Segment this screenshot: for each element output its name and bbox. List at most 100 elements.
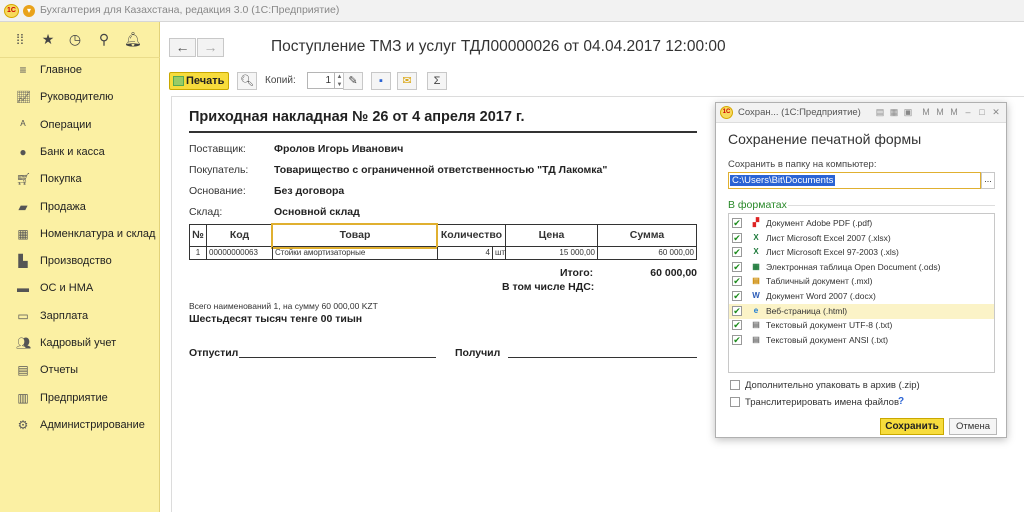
close-icon[interactable]: ✕ — [990, 106, 1002, 119]
format-item[interactable]: ✔ X Лист Microsoft Excel 2007 (.xlsx) — [729, 231, 994, 246]
sidebar-item[interactable]: ▥ Предприятие — [0, 386, 160, 412]
format-checkbox[interactable]: ✔ — [732, 232, 742, 243]
sidebar-item[interactable]: 👥︎ Кадровый учет — [0, 331, 160, 357]
sidebar-item[interactable]: 📈︎ Руководителю — [0, 85, 160, 111]
received-signature-line — [508, 357, 697, 358]
format-item[interactable]: ✔ ▤ Текстовый документ ANSI (.txt) — [729, 333, 994, 348]
format-item[interactable]: ✔ ▦ Электронная таблица Open Document (.od… — [729, 260, 994, 275]
warehouse-label: Склад: — [189, 206, 223, 218]
sidebar-item[interactable]: ▭ Зарплата — [0, 304, 160, 330]
supplier-value: Фролов Игорь Иванович — [274, 143, 404, 155]
sidebar-item[interactable]: ▤ Отчеты — [0, 358, 160, 384]
browse-button[interactable]: ... — [981, 172, 995, 189]
back-button[interactable]: ← — [169, 38, 196, 57]
star-icon[interactable]: ★ — [40, 31, 56, 47]
released-label: Отпустил — [189, 347, 239, 359]
format-label: Документ Adobe PDF (.pdf) — [766, 218, 873, 228]
format-checkbox[interactable]: ✔ — [732, 247, 742, 258]
minimize-icon[interactable]: – — [962, 106, 974, 119]
print-icon[interactable]: ▤ — [874, 106, 886, 119]
sidebar-item-label: Руководителю — [40, 91, 114, 104]
cancel-button[interactable]: Отмена — [949, 418, 997, 435]
format-label: Текстовый документ UTF-8 (.txt) — [766, 320, 893, 331]
ods-icon: ▦ — [752, 261, 760, 271]
format-label: Электронная таблица Open Document (.ods) — [766, 261, 941, 272]
edit-button[interactable]: ✎ — [343, 72, 363, 90]
format-item[interactable]: ✔ W Документ Word 2007 (.docx) — [729, 289, 994, 304]
sidebar-item[interactable]: ● Банк и касса — [0, 140, 160, 166]
warehouse-value: Основной склад — [274, 206, 360, 218]
1c-logo-icon: 1С — [720, 106, 733, 119]
sidebar-item-label: Кадровый учет — [40, 337, 117, 349]
sidebar-item-label: Банк и касса — [40, 145, 105, 158]
print-button[interactable]: Печать — [169, 72, 229, 90]
search-icon[interactable]: ⚲ — [96, 31, 112, 47]
sidebar-item[interactable]: ▙ Производство — [0, 249, 160, 275]
cart-icon: 🛒︎ — [16, 172, 32, 187]
sidebar-item-label: Отчеты — [40, 364, 79, 377]
operations-icon: ᴬ — [20, 117, 26, 132]
sum-button[interactable]: Σ — [427, 72, 447, 90]
folder-input[interactable]: C:\Users\Bit\Documents — [728, 172, 981, 189]
format-checkbox[interactable]: ✔ — [732, 334, 742, 345]
dialog-window-title: Сохран... (1С:Предприятие) — [738, 107, 861, 118]
format-checkbox[interactable]: ✔ — [732, 276, 742, 287]
format-checkbox[interactable]: ✔ — [732, 320, 742, 331]
coins-icon: ● — [19, 144, 27, 159]
print-toolbar: Печать 🔍︎ Копий: 1 ▲ ▼ ✎ ▪ ✉ Σ — [161, 72, 1024, 94]
format-item[interactable]: ✔ e Веб-страница (.html) — [729, 303, 994, 319]
sidebar-item-label: Покупка — [40, 173, 82, 186]
save-to-file-button[interactable]: ▪ — [371, 72, 391, 90]
maximize-icon[interactable]: □ — [976, 106, 988, 119]
forward-button[interactable]: → — [197, 38, 224, 57]
bell-icon[interactable]: 🔔︎ — [124, 31, 142, 47]
sidebar-item[interactable]: ▬ ОС и НМА — [0, 276, 160, 302]
format-label: Табличный документ (.mxl) — [766, 276, 873, 287]
ie-icon: e — [753, 305, 759, 315]
sidebar-item[interactable]: 🛒︎ Покупка — [0, 167, 160, 193]
save-button[interactable]: Сохранить — [880, 418, 944, 435]
format-checkbox[interactable]: ✔ — [732, 218, 742, 228]
menu-icon: ≡ — [19, 63, 27, 77]
sidebar-item[interactable]: ▦ Номенклатура и склад — [0, 222, 160, 248]
translit-option[interactable]: Транслитерировать имена файлов ? — [728, 396, 998, 410]
format-item[interactable]: ✔ X Лист Microsoft Excel 97-2003 (.xls) — [729, 245, 994, 260]
calendar-icon[interactable]: ▣ — [902, 106, 914, 119]
envelope-icon: ✉ — [402, 75, 412, 87]
main-menu-icon[interactable]: ▾ — [23, 5, 35, 17]
factory-icon: ▙ — [18, 254, 28, 269]
sidebar-item[interactable]: ≡ Главное — [0, 58, 160, 84]
memory-mminus-icon[interactable]: M — [948, 106, 960, 119]
sidebar-item-label: Продажа — [40, 200, 86, 213]
grid-icon: ▦ — [17, 226, 29, 241]
truck-icon: ▬ — [17, 281, 29, 296]
format-label: Лист Microsoft Excel 97-2003 (.xls) — [766, 247, 899, 258]
total-value: 60 000,00 — [650, 267, 697, 279]
sidebar-item[interactable]: ⚙ Администрирование — [0, 413, 160, 439]
building-icon: ▥ — [17, 390, 29, 405]
cell-sum: 60 000,00 — [658, 248, 694, 257]
memory-m-icon[interactable]: M — [920, 106, 932, 119]
format-item[interactable]: ✔ ▤ Табличный документ (.mxl) — [729, 274, 994, 289]
zip-option[interactable]: Дополнительно упаковать в архив (.zip) — [728, 379, 998, 393]
help-icon[interactable]: ? — [898, 396, 904, 407]
format-checkbox[interactable]: ✔ — [732, 291, 742, 301]
send-email-button[interactable]: ✉ — [397, 72, 417, 90]
format-item[interactable]: ✔ ▞ Документ Adobe PDF (.pdf) — [729, 216, 994, 231]
table-icon[interactable]: ▦ — [888, 106, 900, 119]
history-icon[interactable]: ◷ — [67, 31, 83, 47]
basis-label: Основание: — [189, 185, 246, 197]
memory-mplus-icon[interactable]: M — [934, 106, 946, 119]
format-checkbox[interactable]: ✔ — [732, 305, 742, 316]
buyer-value: Товарищество с ограниченной ответственно… — [274, 164, 608, 176]
format-item[interactable]: ✔ ▤ Текстовый документ UTF-8 (.txt) — [729, 318, 994, 333]
copies-input[interactable]: 1 — [307, 72, 335, 89]
gear-icon: ⚙ — [17, 417, 29, 432]
translit-checkbox[interactable] — [730, 397, 740, 407]
sidebar-item[interactable]: ▰ Продажа — [0, 195, 160, 221]
preview-button[interactable]: 🔍︎ — [237, 72, 257, 90]
apps-grid-icon[interactable]: ⁞⁞ — [12, 31, 28, 47]
sidebar-item[interactable]: ᴬ Операции — [0, 113, 160, 139]
format-checkbox[interactable]: ✔ — [732, 261, 742, 272]
zip-checkbox[interactable] — [730, 380, 740, 390]
